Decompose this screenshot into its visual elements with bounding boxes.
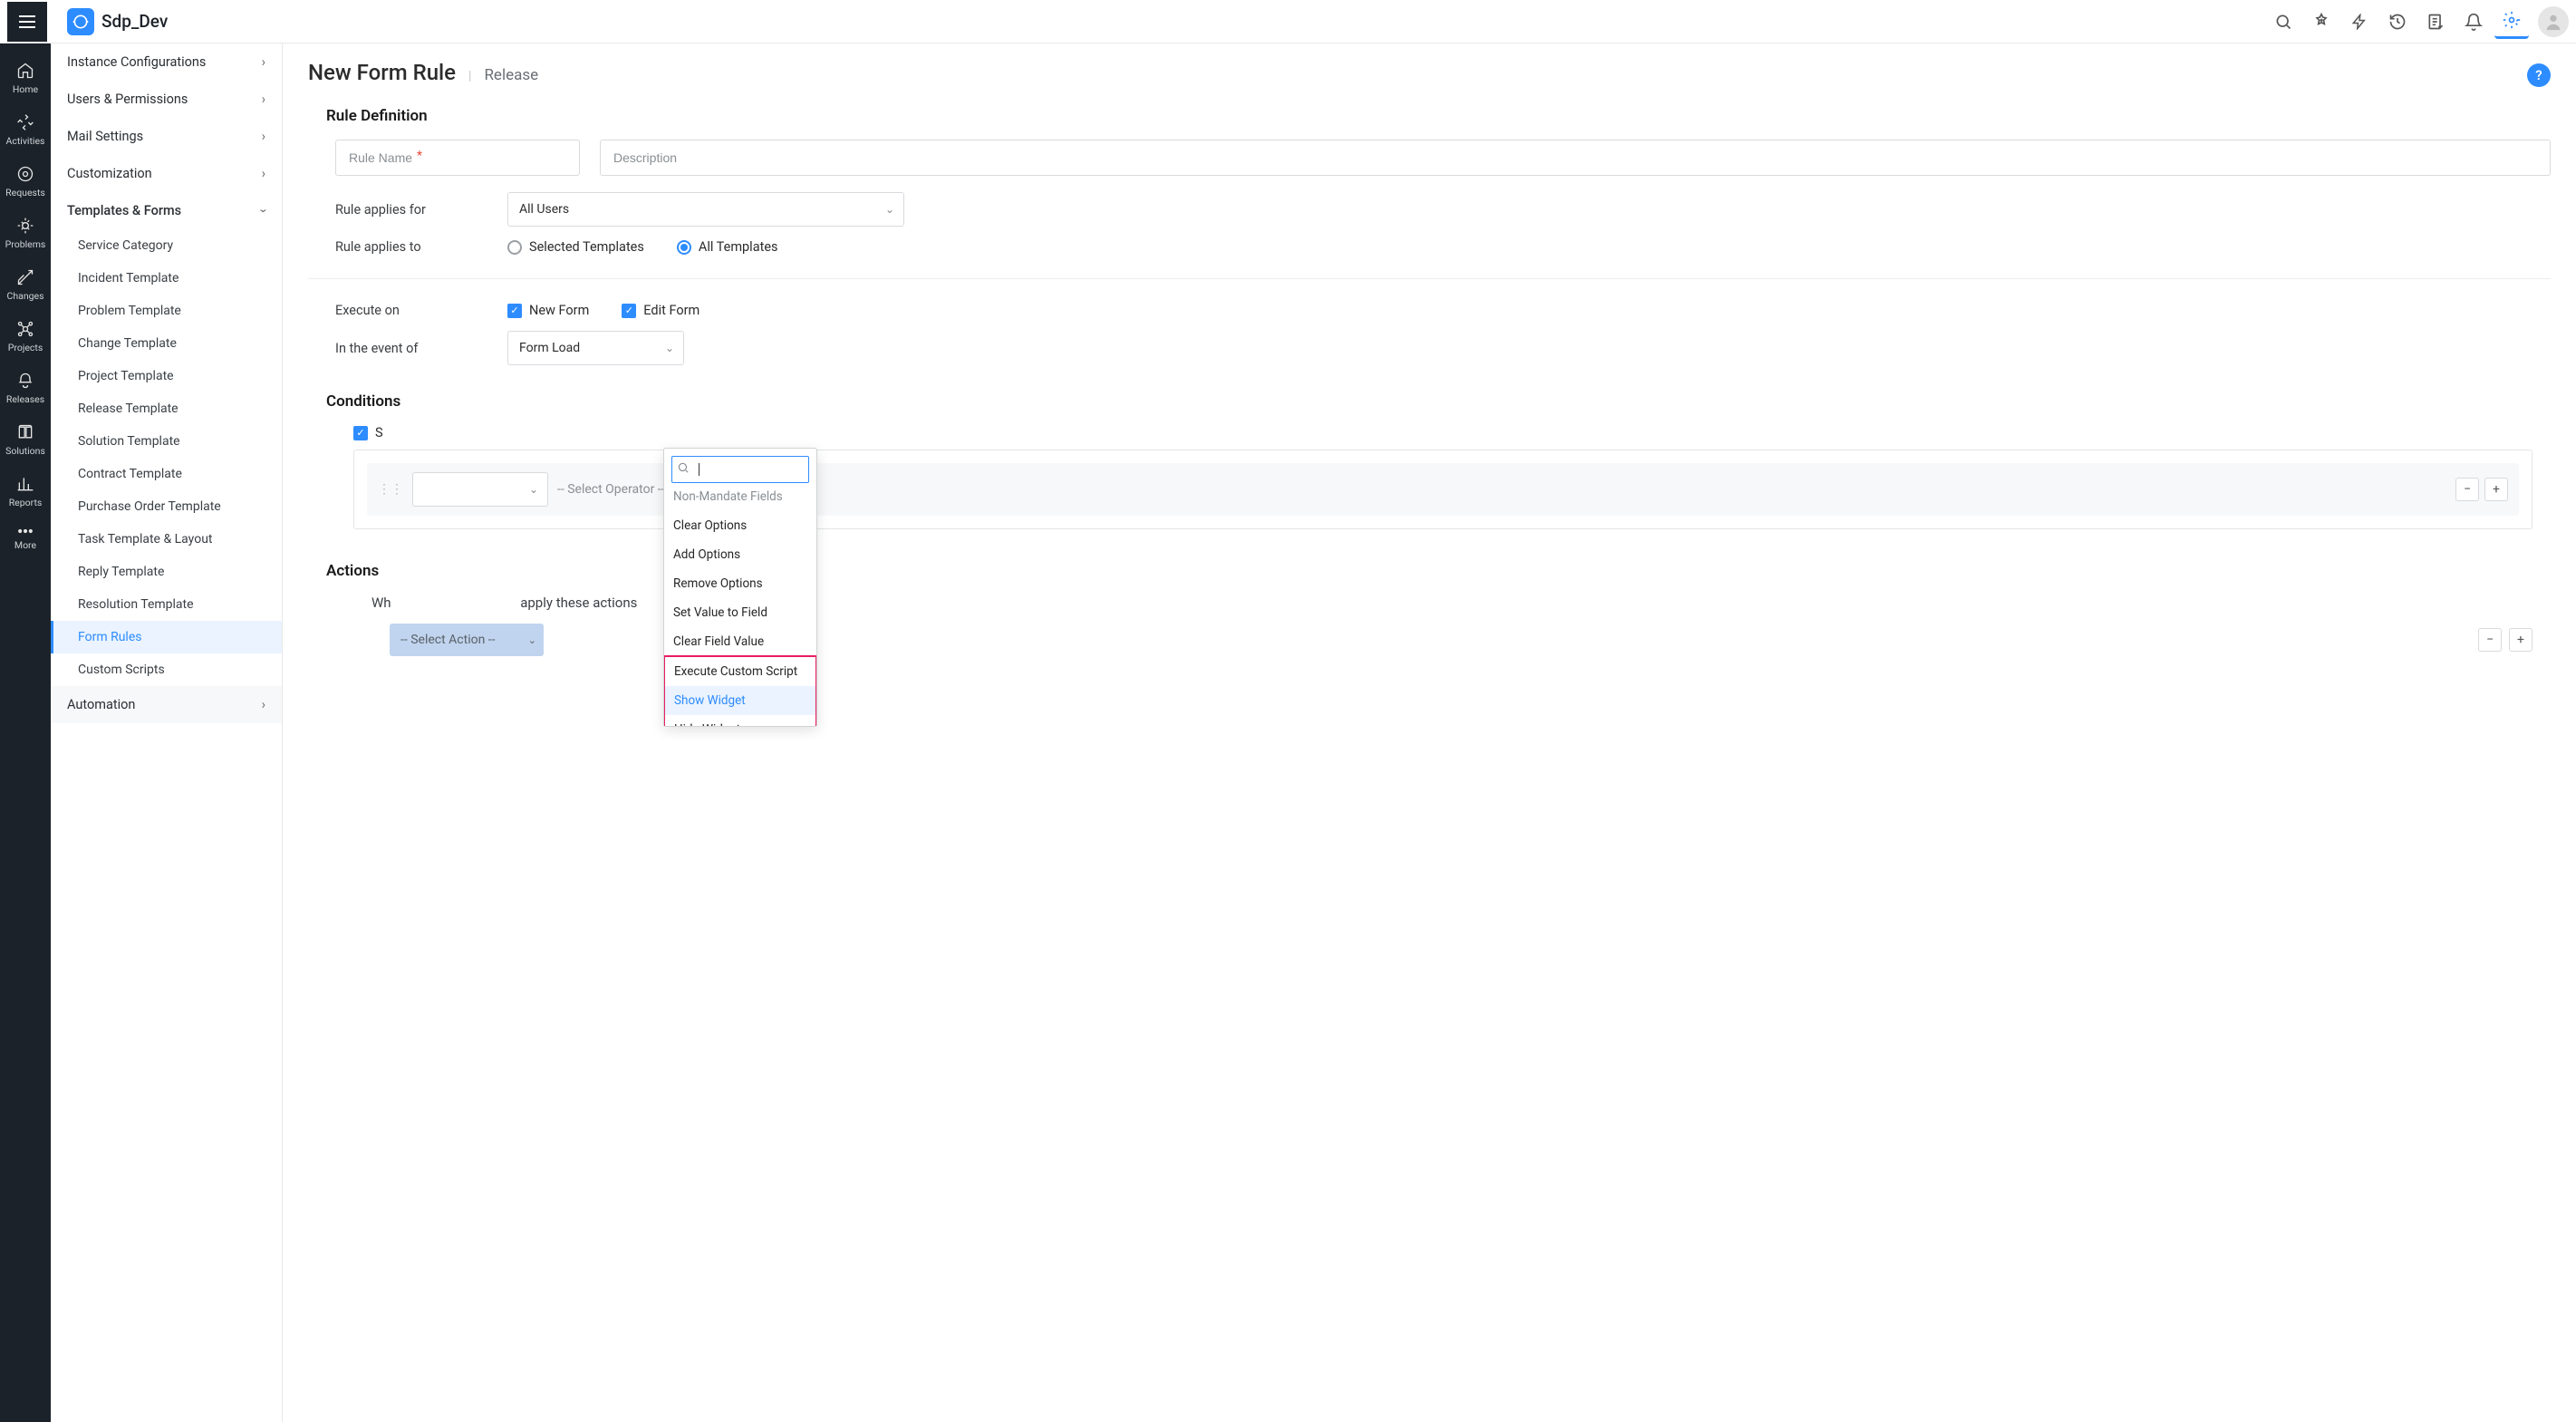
action-dropdown: Non-Mandate Fields Clear Options Add Opt… — [663, 448, 817, 727]
sidebar-item-reply-template[interactable]: Reply Template — [51, 556, 282, 588]
rule-name-input[interactable] — [335, 140, 580, 176]
event-select[interactable]: Form Load⌄ — [507, 331, 684, 365]
section-conditions: Conditions — [326, 392, 2551, 411]
section-rule-definition: Rule Definition — [326, 107, 2551, 125]
condition-toggle[interactable]: ✓S — [353, 425, 2533, 440]
search-icon — [677, 461, 690, 478]
nav-reports[interactable]: Reports — [0, 466, 51, 518]
page-subtitle: Release — [484, 66, 538, 84]
applies-to-label: Rule applies to — [335, 239, 507, 255]
description-input[interactable] — [600, 140, 2551, 176]
action-select[interactable]: -- Select Action --⌄ — [390, 624, 544, 656]
remove-condition-button[interactable]: − — [2455, 478, 2479, 501]
sidebar-item-po-template[interactable]: Purchase Order Template — [51, 490, 282, 523]
dropdown-item-set-value[interactable]: Set Value to Field — [664, 598, 816, 627]
sidebar-item-project-template[interactable]: Project Template — [51, 360, 282, 392]
app-brand[interactable]: Sdp_Dev — [67, 8, 168, 35]
sidebar-item-task-template[interactable]: Task Template & Layout — [51, 523, 282, 556]
sidebar-item-release-template[interactable]: Release Template — [51, 392, 282, 425]
event-label: In the event of — [335, 341, 507, 356]
settings-sidebar: Instance Configurations› Users & Permiss… — [51, 44, 283, 1422]
sidebar-item-custom-scripts[interactable]: Custom Scripts — [51, 653, 282, 686]
nav-requests[interactable]: Requests — [0, 156, 51, 208]
nav-activities[interactable]: Activities — [0, 104, 51, 156]
nav-solutions[interactable]: Solutions — [0, 414, 51, 466]
settings-icon[interactable] — [2494, 5, 2529, 39]
bell-icon[interactable] — [2456, 5, 2491, 39]
bolt-icon[interactable] — [2342, 5, 2377, 39]
sidebar-group-automation[interactable]: Automation› — [51, 686, 282, 723]
notes-icon[interactable] — [2418, 5, 2453, 39]
dropdown-item[interactable]: Non-Mandate Fields — [664, 490, 816, 511]
history-icon[interactable] — [2380, 5, 2415, 39]
nav-problems[interactable]: Problems — [0, 208, 51, 259]
page-title: New Form Rule — [308, 60, 456, 85]
dropdown-item-show-widget[interactable]: Show Widget — [665, 686, 815, 715]
dropdown-search-input[interactable] — [671, 456, 809, 483]
sidebar-group-instance[interactable]: Instance Configurations› — [51, 44, 282, 81]
remove-action-button[interactable]: − — [2478, 628, 2502, 652]
avatar[interactable] — [2538, 6, 2569, 37]
sidebar-item-resolution-template[interactable]: Resolution Template — [51, 588, 282, 621]
sidebar-item-form-rules[interactable]: Form Rules — [51, 621, 282, 653]
sidebar-group-templates[interactable]: Templates & Forms› — [51, 192, 282, 229]
applies-for-label: Rule applies for — [335, 202, 507, 218]
add-action-button[interactable]: + — [2509, 628, 2533, 652]
sidebar-item-change-template[interactable]: Change Template — [51, 327, 282, 360]
condition-field-select[interactable]: ⌄ — [412, 472, 548, 507]
radio-all-templates[interactable]: All Templates — [677, 239, 778, 255]
nav-home[interactable]: Home — [0, 53, 51, 104]
nav-projects[interactable]: Projects — [0, 311, 51, 363]
topbar: Sdp_Dev — [0, 0, 2576, 44]
nav-more[interactable]: More — [0, 518, 51, 560]
nav-changes[interactable]: Changes — [0, 259, 51, 311]
section-actions: Actions — [326, 562, 2551, 580]
sidebar-item-solution-template[interactable]: Solution Template — [51, 425, 282, 458]
help-icon[interactable]: ? — [2527, 63, 2551, 87]
add-condition-button[interactable]: + — [2484, 478, 2508, 501]
sidebar-item-problem-template[interactable]: Problem Template — [51, 295, 282, 327]
dropdown-item-execute-script[interactable]: Execute Custom Script — [665, 657, 815, 686]
applies-for-select[interactable]: All Users⌄ — [507, 192, 904, 227]
execute-label: Execute on — [335, 303, 507, 318]
app-logo-icon — [67, 8, 94, 35]
chk-new-form[interactable]: ✓New Form — [507, 303, 589, 318]
nav-releases[interactable]: Releases — [0, 363, 51, 414]
dropdown-item-hide-widget[interactable]: Hide Widget — [665, 715, 815, 726]
primary-nav: Home Activities Requests Problems Change… — [0, 44, 51, 1422]
add-icon[interactable] — [2304, 5, 2339, 39]
dropdown-item-remove-options[interactable]: Remove Options — [664, 569, 816, 598]
sidebar-item-incident-template[interactable]: Incident Template — [51, 262, 282, 295]
content: New Form Rule | Release ? Rule Definitio… — [283, 44, 2576, 1422]
sidebar-group-customization[interactable]: Customization› — [51, 155, 282, 192]
chk-edit-form[interactable]: ✓Edit Form — [622, 303, 699, 318]
sidebar-item-contract-template[interactable]: Contract Template — [51, 458, 282, 490]
search-icon[interactable] — [2266, 5, 2301, 39]
app-title: Sdp_Dev — [101, 11, 168, 32]
sidebar-group-users[interactable]: Users & Permissions› — [51, 81, 282, 118]
dropdown-item-clear-field[interactable]: Clear Field Value — [664, 627, 816, 656]
hamburger-button[interactable] — [7, 2, 47, 42]
dropdown-item-clear-options[interactable]: Clear Options — [664, 511, 816, 540]
radio-selected-templates[interactable]: Selected Templates — [507, 239, 644, 255]
condition-operator-select[interactable]: -- Select Operator -- ⌄ — [557, 482, 676, 497]
drag-handle-icon[interactable]: ⋮⋮ — [378, 482, 403, 497]
dropdown-item-add-options[interactable]: Add Options — [664, 540, 816, 569]
sidebar-item-service-category[interactable]: Service Category — [51, 229, 282, 262]
sidebar-group-mail[interactable]: Mail Settings› — [51, 118, 282, 155]
